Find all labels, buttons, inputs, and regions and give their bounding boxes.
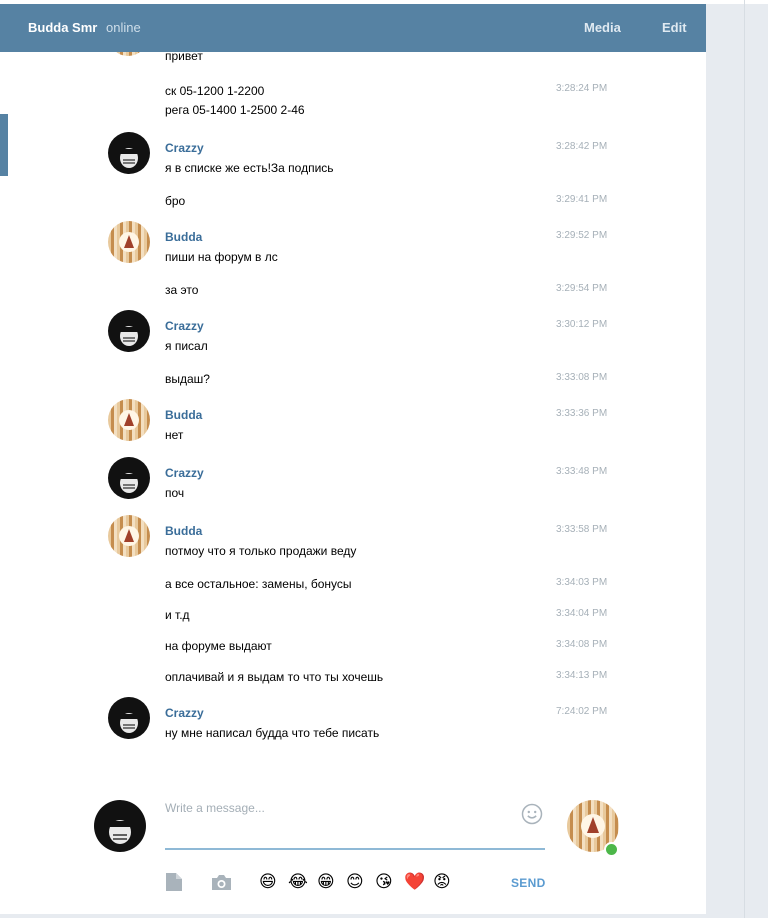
message-text: за это [165,283,199,297]
message-text: ск 05-1200 1-2200 рега 05-1400 1-2500 2-… [165,84,305,117]
sender-name[interactable]: Budda [165,230,202,244]
message-time: 3:34:13 PM [556,670,608,681]
avatar[interactable] [108,515,150,557]
message-time: 7:24:02 PM [556,706,608,717]
message-time: 3:28:42 PM [556,141,608,152]
message-time: 3:34:08 PM [556,639,608,650]
message-input[interactable] [165,798,545,850]
edit-button[interactable]: Edit [662,20,687,35]
sender-name[interactable]: Budda [165,408,202,422]
sender-name[interactable]: Budda [165,524,202,538]
chat-panel: привет ск 05-1200 1-2200 рега 05-1400 1-… [0,4,706,914]
avatar[interactable] [108,697,150,739]
sender-name[interactable]: Crazzy [165,466,204,480]
my-avatar[interactable] [94,800,146,852]
sidebar-selection-marker [0,114,8,176]
message-time: 3:33:36 PM [556,408,608,419]
avatar[interactable] [108,310,150,352]
emoji-kiss-icon[interactable]: 😘 [375,872,393,892]
peer-name[interactable]: Budda Smr [28,20,97,35]
message-text: бро [165,194,186,208]
emoji-blush-icon[interactable]: 😊 [346,872,364,892]
message-text: пиши на форум в лс [165,250,278,264]
media-button[interactable]: Media [584,20,621,35]
message-text: и т.д [165,608,190,622]
sender-name[interactable]: Crazzy [165,319,204,333]
message-history[interactable]: привет ск 05-1200 1-2200 рега 05-1400 1-… [0,4,706,784]
emoji-heart-icon[interactable]: ❤️ [404,872,425,892]
window-edge-divider [744,0,745,918]
emoji-joy-icon[interactable]: 😂 [288,872,308,892]
message-time: 3:34:04 PM [556,608,608,619]
chat-header: Budda Smr online Media Edit [0,4,706,52]
message-time: 3:33:48 PM [556,466,608,477]
camera-icon[interactable] [211,874,232,896]
message-time: 3:29:54 PM [556,283,608,294]
message-text: потмоу что я только продажи веду [165,544,357,558]
message-time: 3:28:24 PM [556,83,608,94]
send-button[interactable]: SEND [511,876,546,890]
file-icon[interactable] [165,872,183,897]
window-bottom-strip [0,914,706,918]
message-time: 3:34:03 PM [556,577,608,588]
message-composer: 😄 😂 😁 😊 😘 ❤️ 😡 SEND [0,784,706,914]
message-text: на форуме выдают [165,639,272,653]
online-indicator [604,842,619,857]
emoji-grin-icon[interactable]: 😁 [317,872,335,892]
avatar[interactable] [108,399,150,441]
message-text: я в списке же есть!За подпись [165,161,334,175]
avatar[interactable] [108,221,150,263]
sender-name[interactable]: Crazzy [165,706,204,720]
message-time: 3:29:41 PM [556,194,608,205]
message-text: оплачивай и я выдам то что ты хочешь [165,670,384,684]
emoji-angry-icon[interactable]: 😡 [433,872,451,892]
peer-status: online [106,20,141,35]
message-time: 3:33:08 PM [556,372,608,383]
message-text: поч [165,486,185,500]
avatar[interactable] [108,132,150,174]
message-text: выдаш? [165,372,210,386]
emoji-smile-icon[interactable]: 😄 [259,872,277,892]
avatar[interactable] [108,457,150,499]
message-text: а все остальное: замены, бонусы [165,577,352,591]
sender-name[interactable]: Crazzy [165,141,204,155]
message-time: 3:30:12 PM [556,319,608,330]
message-text: нет [165,428,184,442]
message-time: 3:29:52 PM [556,230,608,241]
message-time: 3:33:58 PM [556,524,608,535]
smiley-icon[interactable] [521,803,543,825]
message-text: я писал [165,339,208,353]
message-text: ну мне написал будда что тебе писать [165,726,380,740]
